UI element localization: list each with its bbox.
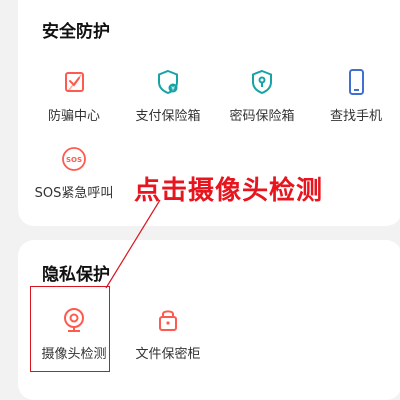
item-password-safe[interactable]: 密码保险箱 <box>214 67 310 124</box>
phone-icon <box>349 69 364 95</box>
item-label: SOS紧急呼叫 <box>34 186 114 201</box>
item-file-vault[interactable]: 文件保密柜 <box>120 305 216 362</box>
item-label: 支付保险箱 <box>135 109 201 124</box>
item-anti-fraud[interactable]: 防骗中心 <box>26 67 122 124</box>
highlight-box <box>30 286 110 372</box>
item-payment-safe[interactable]: ¥ 支付保险箱 <box>120 67 216 124</box>
lock-icon <box>159 310 177 331</box>
item-label: 防骗中心 <box>47 109 100 124</box>
payment-safe-icon: ¥ <box>158 69 178 95</box>
item-label: 密码保险箱 <box>229 109 295 124</box>
anti-fraud-shield-icon <box>65 72 84 92</box>
item-label: 文件保密柜 <box>135 347 201 362</box>
svg-text:¥: ¥ <box>171 86 175 93</box>
item-find-phone[interactable]: 查找手机 <box>308 67 400 124</box>
privacy-title: 隐私保护 <box>42 265 110 285</box>
security-title: 安全防护 <box>42 22 110 42</box>
svg-text:SOS: SOS <box>66 156 82 164</box>
annotation-text: 点击摄像头检测 <box>134 176 324 206</box>
password-safe-icon <box>252 69 272 95</box>
item-sos[interactable]: SOS SOS紧急呼叫 <box>26 144 122 201</box>
sos-icon: SOS <box>62 147 86 171</box>
item-label: 查找手机 <box>329 109 382 124</box>
